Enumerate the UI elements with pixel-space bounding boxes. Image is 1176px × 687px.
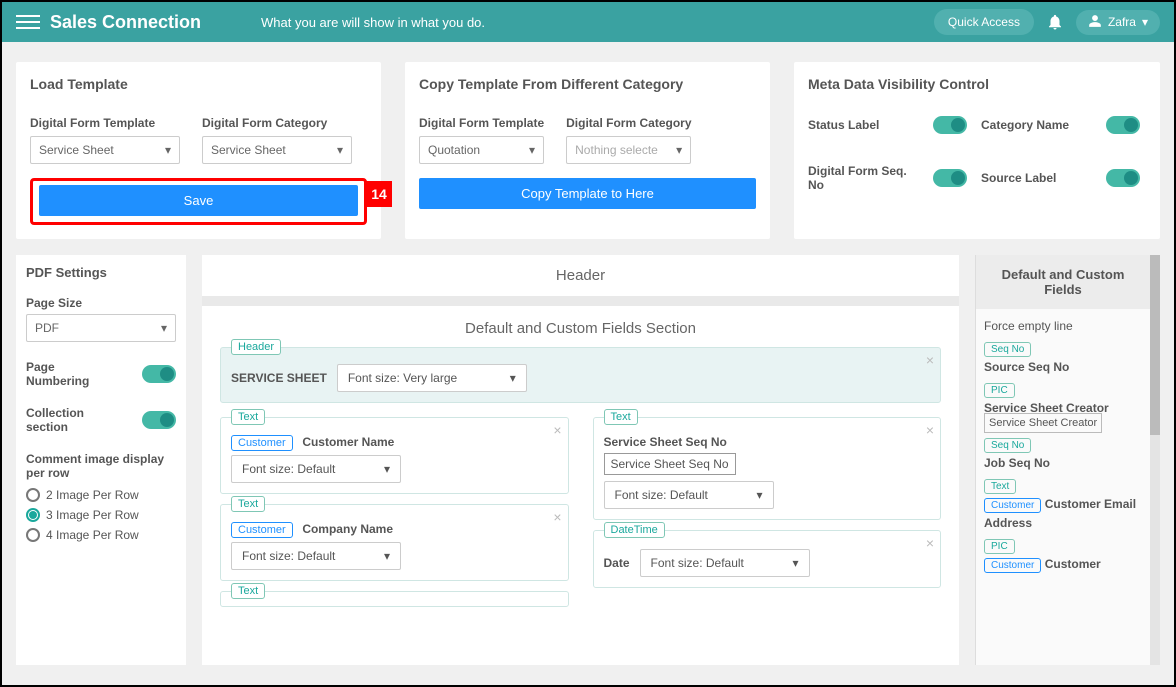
builder: Header Default and Custom Fields Section… xyxy=(202,255,959,665)
meta-label-0: Status Label xyxy=(808,118,925,132)
pill-text: Text xyxy=(231,496,265,512)
user-menu[interactable]: Zafra ▾ xyxy=(1076,10,1160,35)
fields-palette: Default and Custom Fields Force empty li… xyxy=(975,255,1150,665)
radio-2-per-row[interactable]: 2 Image Per Row xyxy=(26,488,176,502)
field-label: Customer Name xyxy=(302,435,394,449)
page-numbering-label: Page Numbering xyxy=(26,360,116,388)
palette-item[interactable]: Force empty line xyxy=(984,315,1142,337)
collection-label: Collection section xyxy=(26,406,116,434)
field-input-box[interactable]: Service Sheet Seq No xyxy=(604,453,736,475)
caret-icon: ▾ xyxy=(756,488,762,502)
toggle-seq-no[interactable] xyxy=(933,169,967,187)
pill-datetime: DateTime xyxy=(604,522,665,538)
meta-label-3: Source Label xyxy=(981,171,1098,185)
close-icon[interactable]: × xyxy=(553,509,561,525)
copy-template-select[interactable]: Quotation▾ xyxy=(419,136,544,164)
page-size-label: Page Size xyxy=(26,296,176,310)
copy-template-title: Copy Template From Different Category xyxy=(419,76,756,92)
user-icon xyxy=(1088,14,1102,31)
caret-icon: ▾ xyxy=(165,143,171,157)
chevron-down-icon: ▾ xyxy=(1142,15,1148,29)
toggle-source-label[interactable] xyxy=(1106,169,1140,187)
toggle-page-numbering[interactable] xyxy=(142,365,176,383)
palette-item[interactable]: Text Customer Customer Email Address xyxy=(984,474,1142,534)
save-button[interactable]: Save xyxy=(39,185,358,216)
comment-image-label: Comment image display per row xyxy=(26,452,176,480)
radio-4-per-row[interactable]: 4 Image Per Row xyxy=(26,528,176,542)
header-block-label: SERVICE SHEET xyxy=(231,371,327,385)
save-highlight: Save 14 xyxy=(30,178,367,225)
copy-category-select[interactable]: Nothing selecte▾ xyxy=(566,136,691,164)
caret-icon: ▾ xyxy=(676,143,682,157)
load-category-label: Digital Form Category xyxy=(202,116,352,130)
field-block-customer-name[interactable]: Text × Customer Customer Name Font size:… xyxy=(220,417,569,494)
font-select[interactable]: Font size: Default▾ xyxy=(231,455,401,483)
tagline: What you are will show in what you do. xyxy=(261,15,485,30)
scrollbar[interactable] xyxy=(1150,255,1160,665)
font-select[interactable]: Font size: Default▾ xyxy=(231,542,401,570)
palette-item[interactable]: Seq No Job Seq No xyxy=(984,433,1142,474)
toggle-category-name[interactable] xyxy=(1106,116,1140,134)
pill-text: Text xyxy=(604,409,638,425)
close-icon[interactable]: × xyxy=(553,422,561,438)
radio-3-per-row[interactable]: 3 Image Per Row xyxy=(26,508,176,522)
copy-button[interactable]: Copy Template to Here xyxy=(419,178,756,209)
palette-title: Default and Custom Fields xyxy=(976,255,1150,309)
field-block-seq-no[interactable]: Text × Service Sheet Seq No Service Shee… xyxy=(593,417,942,520)
pill-text: Text xyxy=(231,583,265,599)
meta-label-1: Category Name xyxy=(981,118,1098,132)
field-block-date[interactable]: DateTime × Date Font size: Default▾ xyxy=(593,530,942,588)
meta-label-2: Digital Form Seq. No xyxy=(808,164,925,192)
subpill-customer: Customer xyxy=(231,522,293,538)
pill-text: Text xyxy=(231,409,265,425)
load-template-title: Load Template xyxy=(30,76,367,92)
builder-header: Header xyxy=(202,255,959,296)
meta-title: Meta Data Visibility Control xyxy=(808,76,1146,92)
caret-icon: ▾ xyxy=(510,371,516,385)
copy-template-label: Digital Form Template xyxy=(419,116,544,130)
header-block[interactable]: Header × SERVICE SHEET Font size: Very l… xyxy=(220,347,941,403)
toggle-collection[interactable] xyxy=(142,411,176,429)
header-font-select[interactable]: Font size: Very large▾ xyxy=(337,364,527,392)
font-select[interactable]: Font size: Default▾ xyxy=(604,481,774,509)
field-block-company-name[interactable]: Text × Customer Company Name Font size: … xyxy=(220,504,569,581)
field-label: Company Name xyxy=(302,522,393,536)
page-size-select[interactable]: PDF▾ xyxy=(26,314,176,342)
step-tag: 14 xyxy=(366,181,392,207)
close-icon[interactable]: × xyxy=(926,535,934,551)
caret-icon: ▾ xyxy=(337,143,343,157)
load-template-label: Digital Form Template xyxy=(30,116,180,130)
field-label: Service Sheet Seq No xyxy=(604,435,727,449)
caret-icon: ▾ xyxy=(529,143,535,157)
builder-section-title: Default and Custom Fields Section xyxy=(220,320,941,337)
caret-icon: ▾ xyxy=(161,321,167,335)
pdf-settings-title: PDF Settings xyxy=(26,265,176,280)
pill-header: Header xyxy=(231,339,281,355)
caret-icon: ▾ xyxy=(384,549,390,563)
caret-icon: ▾ xyxy=(792,556,798,570)
load-template-select[interactable]: Service Sheet▾ xyxy=(30,136,180,164)
pdf-settings-card: PDF Settings Page Size PDF▾ Page Numberi… xyxy=(16,255,186,665)
user-name: Zafra xyxy=(1108,15,1136,29)
close-icon[interactable]: × xyxy=(926,422,934,438)
field-label: Date xyxy=(604,556,630,570)
copy-category-label: Digital Form Category xyxy=(566,116,691,130)
palette-item[interactable]: PIC Customer Customer xyxy=(984,534,1142,580)
brand: Sales Connection xyxy=(50,12,201,33)
palette-item[interactable]: PIC Service Sheet Creator Service Sheet … xyxy=(984,378,1142,433)
close-icon[interactable]: × xyxy=(926,352,934,368)
toggle-status-label[interactable] xyxy=(933,116,967,134)
subpill-customer: Customer xyxy=(231,435,293,451)
bell-icon[interactable] xyxy=(1046,13,1064,31)
font-select[interactable]: Font size: Default▾ xyxy=(640,549,810,577)
field-block-partial[interactable]: Text xyxy=(220,591,569,607)
caret-icon: ▾ xyxy=(384,462,390,476)
scrollbar-thumb[interactable] xyxy=(1150,255,1160,435)
palette-item[interactable]: Seq No Source Seq No xyxy=(984,337,1142,378)
load-category-select[interactable]: Service Sheet▾ xyxy=(202,136,352,164)
menu-icon[interactable] xyxy=(16,11,40,33)
quick-access-button[interactable]: Quick Access xyxy=(934,9,1034,35)
